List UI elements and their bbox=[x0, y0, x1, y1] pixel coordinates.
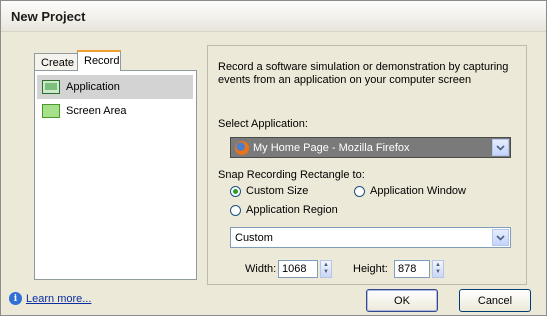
new-project-dialog: New Project Create Record Application Sc… bbox=[0, 0, 547, 316]
tab-record[interactable]: Record bbox=[77, 50, 121, 71]
chevron-down-icon[interactable] bbox=[492, 139, 509, 156]
spin-arrows-icon[interactable]: ▲ ▼ bbox=[320, 260, 332, 278]
list-item-label: Screen Area bbox=[66, 105, 127, 117]
radio-unselected-icon bbox=[230, 204, 241, 216]
size-preset-select[interactable]: Custom bbox=[230, 227, 511, 248]
dialog-title: New Project bbox=[11, 9, 86, 24]
spin-arrows-icon[interactable]: ▲ ▼ bbox=[432, 260, 444, 278]
application-window-icon bbox=[42, 80, 60, 94]
radio-custom-size[interactable]: Custom Size bbox=[230, 185, 308, 197]
radio-unselected-icon bbox=[354, 185, 365, 197]
height-label: Height: bbox=[353, 263, 388, 275]
screen-area-icon bbox=[42, 104, 60, 118]
list-item-application[interactable]: Application bbox=[37, 75, 193, 99]
mode-panel: Create Record Application Screen Area bbox=[27, 50, 197, 280]
learn-more-link[interactable]: i Learn more... bbox=[9, 292, 91, 305]
list-item-label: Application bbox=[66, 81, 120, 93]
height-stepper: 878 ▲ ▼ bbox=[394, 260, 444, 278]
size-preset-value: Custom bbox=[235, 232, 273, 244]
radio-application-window[interactable]: Application Window bbox=[354, 185, 466, 197]
selected-application: My Home Page - Mozilla Firefox bbox=[253, 142, 410, 154]
info-icon: i bbox=[9, 292, 22, 305]
radio-label: Application Region bbox=[246, 204, 338, 216]
firefox-icon bbox=[235, 141, 249, 155]
width-stepper: 1068 ▲ ▼ bbox=[278, 260, 332, 278]
recording-type-list: Application Screen Area bbox=[34, 70, 197, 280]
width-input[interactable]: 1068 bbox=[278, 260, 318, 278]
learn-more-text[interactable]: Learn more... bbox=[26, 293, 91, 305]
radio-label: Custom Size bbox=[246, 185, 309, 197]
description-text: Record a software simulation or demonstr… bbox=[218, 61, 509, 86]
select-application-label: Select Application: bbox=[218, 118, 308, 130]
record-options-panel: Record a software simulation or demonstr… bbox=[207, 45, 527, 285]
width-label: Width: bbox=[245, 263, 277, 275]
radio-selected-icon bbox=[230, 185, 241, 197]
snap-label: Snap Recording Rectangle to: bbox=[218, 169, 365, 181]
list-item-screen-area[interactable]: Screen Area bbox=[37, 99, 193, 123]
cancel-button[interactable]: Cancel bbox=[459, 289, 531, 312]
radio-application-region[interactable]: Application Region bbox=[230, 204, 338, 216]
application-select[interactable]: My Home Page - Mozilla Firefox bbox=[230, 137, 511, 158]
ok-button[interactable]: OK bbox=[366, 289, 438, 312]
height-input[interactable]: 878 bbox=[394, 260, 430, 278]
tab-create[interactable]: Create bbox=[34, 53, 78, 70]
chevron-down-icon[interactable] bbox=[492, 229, 509, 246]
radio-label: Application Window bbox=[370, 185, 466, 197]
title-bar[interactable]: New Project bbox=[1, 1, 546, 32]
